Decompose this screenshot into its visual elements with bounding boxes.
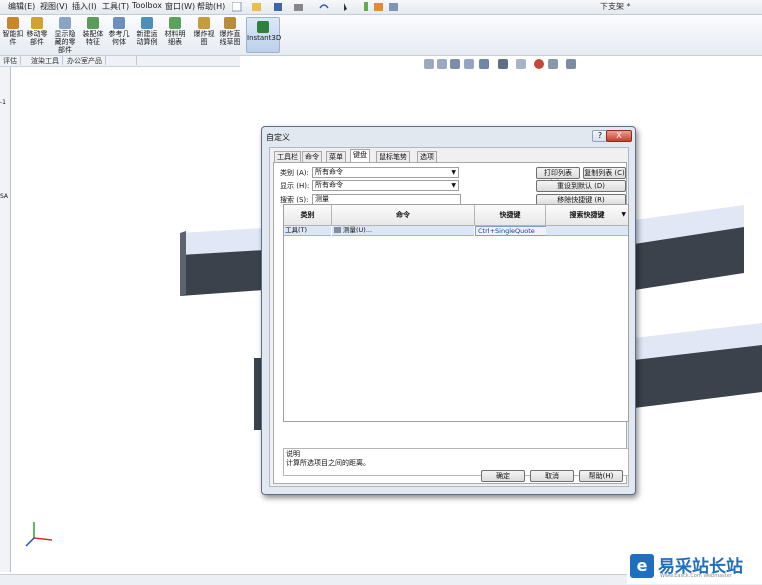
tab-toolbars[interactable]: 工具栏 xyxy=(274,151,301,162)
row-search-shortcut-cell xyxy=(546,226,628,236)
print-list-button[interactable]: 打印列表 (P)... xyxy=(536,167,580,187)
column-header-category[interactable]: 类别 xyxy=(284,205,332,226)
description-text: 计算所选项目之间的距离。 xyxy=(286,459,370,467)
row-category-cell: 工具(T) xyxy=(284,226,331,236)
description-box: 说明 计算所选项目之间的距离。 xyxy=(283,448,629,476)
measure-icon xyxy=(334,227,341,233)
row-shortcut-input[interactable]: Ctrl+SingleQuote xyxy=(475,226,547,236)
category-select[interactable]: 所有命令 ▼ xyxy=(312,167,459,178)
shortcut-table: 类别 命令 快捷键 搜索快捷键 ▼ 工具(T) 测量(U)... Ctrl+Si… xyxy=(283,204,629,422)
upper-tube-left xyxy=(180,228,264,296)
row-command-cell: 测量(U)... xyxy=(332,226,474,236)
ok-button[interactable]: 确定 xyxy=(481,470,525,482)
column-header-command[interactable]: 命令 xyxy=(332,205,475,226)
help-button[interactable]: 帮助(H) xyxy=(579,470,623,482)
chevron-down-icon: ▼ xyxy=(451,169,456,176)
dialog-title: 自定义 xyxy=(266,133,290,142)
copy-list-button[interactable]: 复制列表 (C) xyxy=(583,167,626,179)
site-watermark: e 易采站长站 Www.Easck.Com Webmaster xyxy=(627,551,762,584)
site-logo-icon: e xyxy=(630,554,654,578)
chevron-down-icon: ▼ xyxy=(451,182,456,189)
upper-tube-right xyxy=(634,205,744,290)
triad-icon xyxy=(25,522,53,547)
category-label: 类别 (A): xyxy=(280,169,309,177)
dialog-close-button[interactable]: X xyxy=(606,130,632,142)
show-select[interactable]: 所有命令 ▼ xyxy=(312,180,459,191)
customize-dialog: 自定义 ? X 工具栏 命令 菜单 键盘 鼠标笔势 选项 类别 (A): 所有命… xyxy=(261,126,636,495)
dialog-body: 工具栏 命令 菜单 键盘 鼠标笔势 选项 类别 (A): 所有命令 ▼ 显示 (… xyxy=(269,147,629,487)
column-header-search-shortcut[interactable]: 搜索快捷键 ▼ xyxy=(546,205,628,226)
show-label: 显示 (H): xyxy=(280,182,310,190)
reset-default-button[interactable]: 重设到默认 (D) xyxy=(536,180,626,192)
tab-menus[interactable]: 菜单 xyxy=(326,151,346,162)
tab-keyboard[interactable]: 键盘 xyxy=(350,149,370,162)
column-header-shortcut[interactable]: 快捷键 xyxy=(475,205,546,226)
tab-options[interactable]: 选项 xyxy=(417,151,437,162)
watermark-subtext: Www.Easck.Com Webmaster xyxy=(660,573,732,579)
cancel-button[interactable]: 取消 xyxy=(530,470,574,482)
chevron-down-icon: ▼ xyxy=(621,211,626,218)
tab-mouse-gestures[interactable]: 鼠标笔势 xyxy=(376,151,410,162)
tab-commands[interactable]: 命令 xyxy=(302,151,322,162)
